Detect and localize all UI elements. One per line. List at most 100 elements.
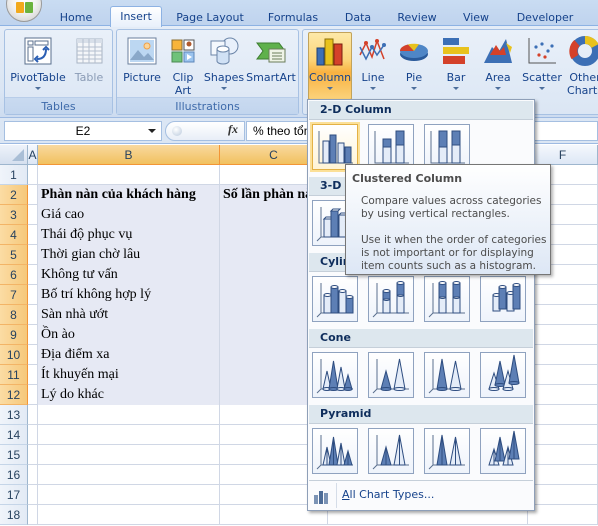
cell-b[interactable]: [38, 405, 220, 425]
row-header[interactable]: 13: [0, 405, 28, 425]
column-header-a[interactable]: A: [28, 145, 38, 165]
smartart-button[interactable]: SmartArt: [246, 33, 296, 98]
chart-type-100-stacked-cylinder[interactable]: [424, 276, 470, 322]
chart-type-3-d-cone[interactable]: [480, 352, 526, 398]
cell-f[interactable]: [528, 365, 598, 385]
tab-developer[interactable]: Developer: [510, 9, 580, 26]
cell-f[interactable]: [528, 385, 598, 405]
cell-b[interactable]: [38, 505, 220, 525]
cell-a[interactable]: [28, 205, 38, 225]
row-header[interactable]: 17: [0, 485, 28, 505]
row-header[interactable]: 1: [0, 165, 28, 185]
row-header[interactable]: 2: [0, 185, 28, 205]
chart-type-clustered-cylinder[interactable]: [312, 276, 358, 322]
chart-type-100-stacked-pyramid[interactable]: [424, 428, 470, 474]
column-header-b[interactable]: B: [38, 145, 220, 165]
chart-type-stacked-cone[interactable]: [368, 352, 414, 398]
cell-b[interactable]: Không tư vấn: [38, 265, 220, 285]
cell-f[interactable]: [528, 405, 598, 425]
cell-a[interactable]: [28, 485, 38, 505]
tab-data[interactable]: Data: [338, 9, 378, 26]
cell-b[interactable]: Lý do khác: [38, 385, 220, 405]
pivottable-button[interactable]: PivotTable: [9, 33, 67, 98]
cell-a[interactable]: [28, 305, 38, 325]
cell-b[interactable]: Thời gian chờ lâu: [38, 245, 220, 265]
cell-b[interactable]: [38, 445, 220, 465]
row-header[interactable]: 5: [0, 245, 28, 265]
cell-a[interactable]: [28, 325, 38, 345]
row-header[interactable]: 18: [0, 505, 28, 525]
scatter-chart-button[interactable]: Scatter: [520, 33, 564, 98]
cell-b[interactable]: Địa điểm xa: [38, 345, 220, 365]
cell-a[interactable]: [28, 265, 38, 285]
cell-f[interactable]: [528, 325, 598, 345]
cell-b[interactable]: Sàn nhà ướt: [38, 305, 220, 325]
chart-type-clustered-pyramid[interactable]: [312, 428, 358, 474]
cell-b[interactable]: Thái độ phục vụ: [38, 225, 220, 245]
chart-type-3-d-pyramid[interactable]: [480, 428, 526, 474]
tab-review[interactable]: Review: [392, 9, 442, 26]
cell-a[interactable]: [28, 405, 38, 425]
bar-chart-button[interactable]: Bar: [437, 33, 475, 98]
name-box[interactable]: E2: [4, 121, 162, 141]
chart-type-3-d-cylinder[interactable]: [480, 276, 526, 322]
chart-type-stacked-pyramid[interactable]: [368, 428, 414, 474]
cell-a[interactable]: [28, 365, 38, 385]
cell-a[interactable]: [28, 285, 38, 305]
row-header[interactable]: 7: [0, 285, 28, 305]
column-header-f[interactable]: F: [528, 145, 598, 165]
cell-b[interactable]: [38, 485, 220, 505]
office-button[interactable]: [6, 0, 42, 22]
cell-b[interactable]: [38, 425, 220, 445]
tab-insert[interactable]: Insert: [110, 6, 162, 27]
cell-f[interactable]: [528, 485, 598, 505]
cell-a[interactable]: [28, 505, 38, 525]
cell-a[interactable]: [28, 165, 38, 185]
cell-a[interactable]: [28, 245, 38, 265]
chart-type-100-stacked-cone[interactable]: [424, 352, 470, 398]
cell-a[interactable]: [28, 385, 38, 405]
cell-a[interactable]: [28, 425, 38, 445]
cell-f[interactable]: [528, 445, 598, 465]
select-all-button[interactable]: [0, 145, 28, 165]
column-chart-button[interactable]: Column: [308, 32, 352, 100]
row-header[interactable]: 4: [0, 225, 28, 245]
row-header[interactable]: 14: [0, 425, 28, 445]
row-header[interactable]: 6: [0, 265, 28, 285]
cell-f[interactable]: [528, 345, 598, 365]
row-header[interactable]: 8: [0, 305, 28, 325]
cell-b[interactable]: Ít khuyến mại: [38, 365, 220, 385]
tab-page-layout[interactable]: Page Layout: [170, 9, 250, 26]
cell-a[interactable]: [28, 465, 38, 485]
cell-b[interactable]: Phàn nàn của khách hàng: [38, 185, 220, 205]
row-header[interactable]: 3: [0, 205, 28, 225]
tab-view[interactable]: View: [456, 9, 496, 26]
chart-type-clustered-cone[interactable]: [312, 352, 358, 398]
cell-a[interactable]: [28, 185, 38, 205]
other-charts-button[interactable]: OtherCharts: [565, 33, 598, 98]
row-header[interactable]: 12: [0, 385, 28, 405]
row-header[interactable]: 15: [0, 445, 28, 465]
tab-home[interactable]: Home: [52, 9, 100, 26]
picture-button[interactable]: Picture: [120, 33, 164, 98]
chart-type-stacked-cylinder[interactable]: [368, 276, 414, 322]
shapes-button[interactable]: Shapes: [203, 33, 245, 98]
chevron-down-icon[interactable]: [148, 129, 156, 133]
row-header[interactable]: 10: [0, 345, 28, 365]
cell-a[interactable]: [28, 345, 38, 365]
tab-formulas[interactable]: Formulas: [262, 9, 324, 26]
cell-b[interactable]: [38, 465, 220, 485]
area-chart-button[interactable]: Area: [479, 33, 517, 98]
cell-f[interactable]: [528, 465, 598, 485]
cell-b[interactable]: [38, 165, 220, 185]
clip-art-button[interactable]: Clip Art: [167, 33, 199, 98]
cell-f[interactable]: [528, 285, 598, 305]
line-chart-button[interactable]: Line: [355, 33, 391, 98]
insert-function-icon[interactable]: fx: [228, 122, 238, 137]
all-chart-types-button[interactable]: All Chart Types...: [309, 480, 533, 509]
cell-f[interactable]: [528, 425, 598, 445]
cell-a[interactable]: [28, 225, 38, 245]
row-header[interactable]: 9: [0, 325, 28, 345]
cell-f[interactable]: [528, 505, 598, 525]
cell-f[interactable]: [528, 305, 598, 325]
